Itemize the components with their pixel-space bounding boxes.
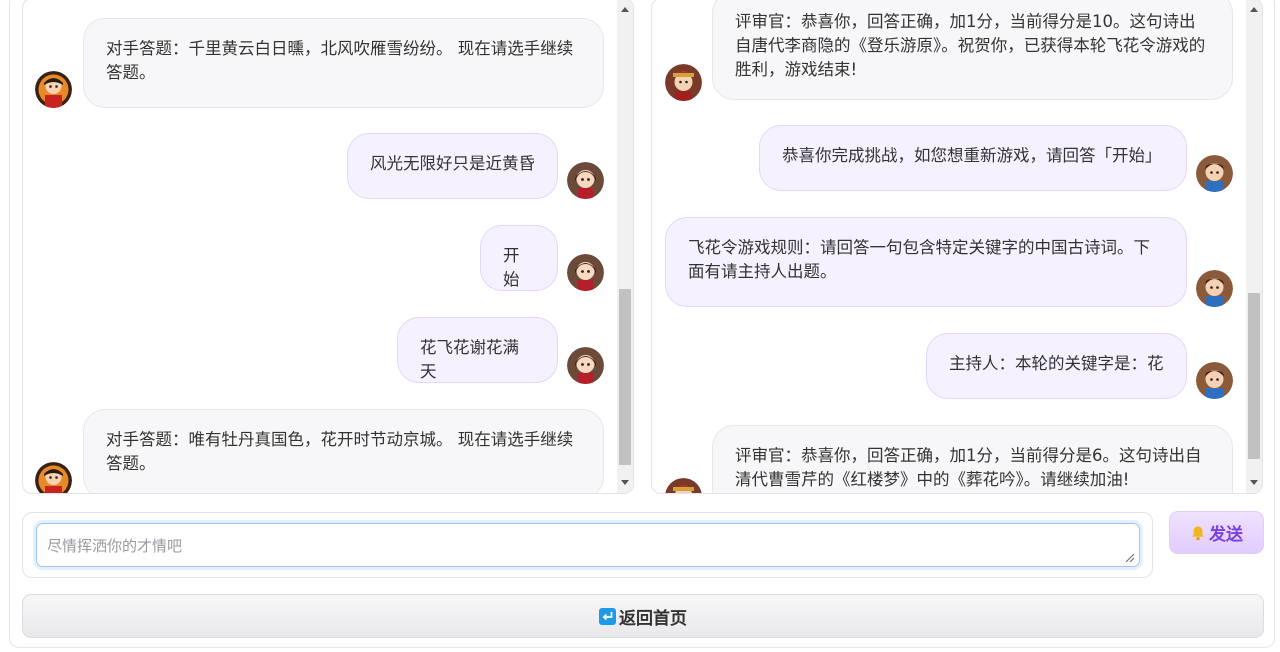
message-text: 对手答题：千里黄云白日曛，北风吹雁雪纷纷。 现在请选手继续答题。 xyxy=(106,39,574,82)
chat-panel-left[interactable]: 对手答题：千里黄云白日曛，北风吹雁雪纷纷。 现在请选手继续答题。 风光无限好只是… xyxy=(22,0,634,494)
message-text: 评审官：恭喜你，回答正确，加1分，当前得分是10。这句诗出自唐代李商隐的《登乐游… xyxy=(735,12,1206,79)
scroll-up-arrow-icon[interactable] xyxy=(621,7,629,12)
message-text: 开始 xyxy=(503,246,520,289)
opponent-avatar xyxy=(35,462,72,493)
host-avatar xyxy=(1196,270,1233,307)
message-input[interactable] xyxy=(36,523,1140,567)
send-button[interactable]: 发送 xyxy=(1169,511,1264,554)
message-text: 主持人：本轮的关键字是：花 xyxy=(949,354,1164,373)
player-avatar xyxy=(567,347,604,384)
message-input-container xyxy=(22,512,1153,578)
message-bubble-judge: 评审官：恭喜你，回答正确，加1分，当前得分是10。这句诗出自唐代李商隐的《登乐游… xyxy=(712,0,1233,100)
resize-grip-icon[interactable] xyxy=(1126,554,1134,562)
message-text: 对手答题：唯有牡丹真国色，花开时节动京城。 现在请选手继续答题。 xyxy=(106,430,574,473)
message-bubble-bot: 对手答题：唯有牡丹真国色，花开时节动京城。 现在请选手继续答题。 xyxy=(83,409,604,493)
judge-avatar xyxy=(665,478,702,493)
chat-panel-right[interactable]: 评审官：恭喜你，回答正确，加1分，当前得分是10。这句诗出自唐代李商隐的《登乐游… xyxy=(651,0,1263,494)
scrollbar-thumb[interactable] xyxy=(619,289,631,465)
host-avatar xyxy=(1196,362,1233,399)
bell-icon xyxy=(1192,526,1204,540)
opponent-avatar xyxy=(35,71,72,108)
message-bubble-user: 风光无限好只是近黄昏 xyxy=(347,133,558,199)
scroll-up-arrow-icon[interactable] xyxy=(1250,7,1258,12)
send-button-label: 发送 xyxy=(1209,525,1243,545)
message-text: 风光无限好只是近黄昏 xyxy=(370,154,535,173)
return-icon xyxy=(599,607,616,625)
message-bubble-user: 开始 xyxy=(480,225,558,291)
scroll-down-arrow-icon[interactable] xyxy=(621,480,629,485)
scrollbar-right[interactable] xyxy=(1246,0,1262,493)
scrollbar-thumb[interactable] xyxy=(1248,293,1260,459)
message-bubble-judge: 评审官：恭喜你，回答正确，加1分，当前得分是6。这句诗出自清代曹雪芹的《红楼梦》… xyxy=(712,425,1233,493)
judge-avatar xyxy=(665,64,702,101)
message-bubble-host: 主持人：本轮的关键字是：花 xyxy=(926,333,1187,399)
player-avatar xyxy=(567,162,604,199)
message-bubble-host: 飞花令游戏规则：请回答一句包含特定关键字的中国古诗词。下面有请主持人出题。 xyxy=(665,217,1187,307)
player-avatar xyxy=(567,254,604,291)
scroll-down-arrow-icon[interactable] xyxy=(1250,480,1258,485)
message-bubble-user: 花飞花谢花满天 xyxy=(397,317,558,383)
return-home-label: 返回首页 xyxy=(619,608,687,629)
host-avatar xyxy=(1196,155,1233,192)
message-text: 评审官：恭喜你，回答正确，加1分，当前得分是6。这句诗出自清代曹雪芹的《红楼梦》… xyxy=(735,446,1202,489)
return-home-button[interactable]: 返回首页 xyxy=(22,594,1264,638)
message-text: 飞花令游戏规则：请回答一句包含特定关键字的中国古诗词。下面有请主持人出题。 xyxy=(688,238,1150,281)
message-bubble-bot: 对手答题：千里黄云白日曛，北风吹雁雪纷纷。 现在请选手继续答题。 xyxy=(83,18,604,108)
message-text: 恭喜你完成挑战，如您想重新游戏，请回答「开始」 xyxy=(782,146,1162,165)
scrollbar-left[interactable] xyxy=(617,0,633,493)
message-bubble-host: 恭喜你完成挑战，如您想重新游戏，请回答「开始」 xyxy=(759,125,1187,191)
message-text: 花飞花谢花满天 xyxy=(420,338,519,381)
